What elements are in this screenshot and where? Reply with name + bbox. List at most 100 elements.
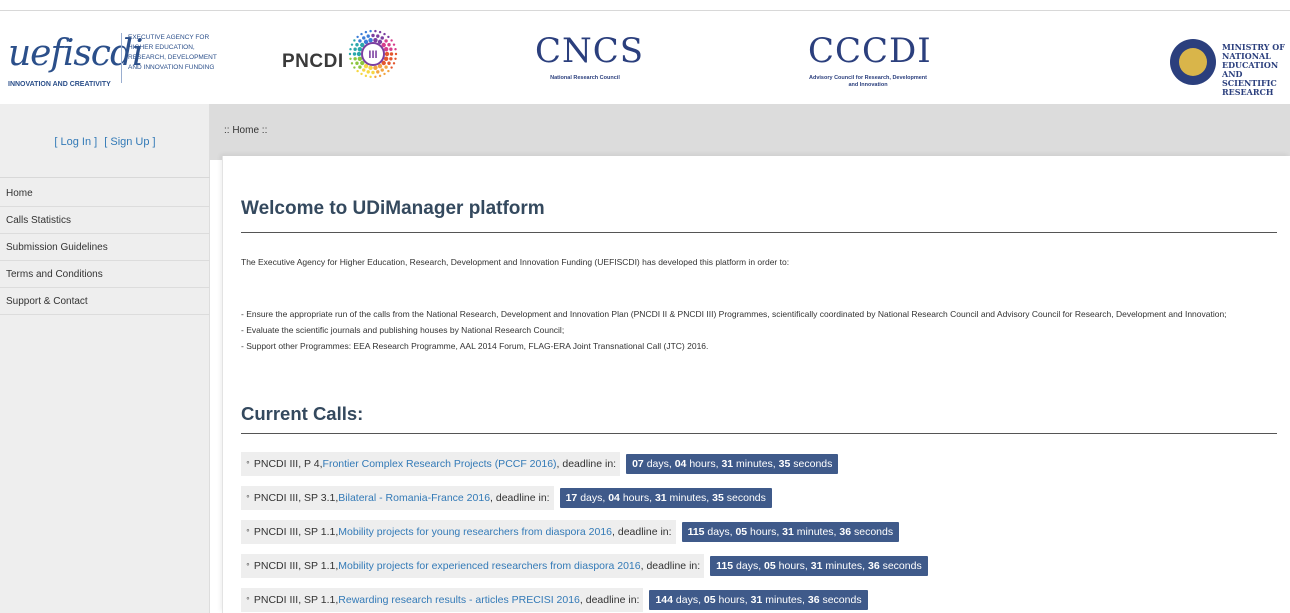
flower-dot — [356, 35, 359, 39]
uefiscdi-script-text: uefiscdi — [8, 33, 144, 74]
countdown-badge: 115 days, 05 hours, 31 minutes, 36 secon… — [710, 556, 928, 576]
sidebar-item-calls-statistics[interactable]: Calls Statistics — [0, 207, 210, 234]
cncs-logo[interactable]: CNCS National Research Council — [535, 31, 645, 93]
call-link[interactable]: Rewarding research results - articles PR… — [338, 588, 580, 612]
flower-dot — [374, 29, 377, 33]
flower-dot — [373, 38, 378, 43]
flower-dot — [374, 75, 377, 79]
main-content: Welcome to UDiManager platform The Execu… — [222, 156, 1290, 613]
calls-list: ⚬ PNCDI III, P 4, Frontier Complex Resea… — [241, 452, 1277, 613]
flower-dot — [353, 57, 357, 61]
uefiscdi-logo[interactable]: uefiscdi EXECUTIVE AGENCY FOR HIGHER EDU… — [8, 29, 223, 89]
pncdi-logo[interactable]: PNCDI III — [282, 27, 402, 97]
flower-dot — [362, 36, 366, 40]
cccdi-logo[interactable]: CCCDI Advisory Council for Research, Dev… — [808, 33, 931, 95]
flower-dot — [357, 47, 363, 52]
intro-text: The Executive Agency for Higher Educatio… — [241, 257, 790, 267]
breadcrumb: :: Home :: — [224, 125, 268, 136]
flower-dot — [376, 70, 380, 74]
flower-dot — [371, 70, 375, 75]
call-link[interactable]: Bilateral - Romania-France 2016 — [338, 486, 490, 510]
flower-dot — [383, 72, 386, 76]
flower-dot — [392, 62, 396, 65]
bullet-icon: ⚬ — [245, 562, 251, 569]
flower-dot — [358, 65, 362, 69]
call-programme: PNCDI III, P 4, — [253, 458, 323, 470]
flower-dot — [366, 34, 370, 38]
countdown-badge: 17 days, 04 hours, 31 minutes, 35 second… — [559, 488, 772, 508]
cncs-text: CNCS — [535, 31, 645, 71]
uefiscdi-separator — [121, 33, 122, 83]
flower-dot — [390, 39, 393, 42]
flower-dot — [383, 56, 389, 61]
flower-dot — [384, 51, 390, 57]
call-link[interactable]: Mobility projects for experienced resear… — [338, 554, 640, 578]
countdown-badge: 144 days, 05 hours, 31 minutes, 36 secon… — [649, 590, 868, 610]
cccdi-subtitle: Advisory Council for Research, Developme… — [809, 75, 927, 88]
call-label: ⚬ PNCDI III, SP 1.1, Rewarding research … — [241, 588, 644, 612]
flower-dot — [369, 75, 372, 79]
page-title: Welcome to UDiManager platform — [241, 198, 545, 219]
call-deadline-label: , deadline in: — [612, 526, 672, 538]
flower-dot — [368, 65, 373, 70]
call-row: ⚬ PNCDI III, P 4, Frontier Complex Resea… — [241, 452, 1277, 476]
flower-dot — [373, 65, 378, 70]
flower-dot — [349, 48, 352, 51]
call-row: ⚬ PNCDI III, SP 1.1, Mobility projects f… — [241, 520, 1277, 544]
cncs-subtitle: National Research Council — [550, 75, 620, 81]
flower-dot — [364, 30, 368, 34]
flower-dot — [389, 47, 393, 51]
sidebar-item-support-contact[interactable]: Support & Contact — [0, 288, 210, 315]
purpose-item: - Evaluate the scientific journals and p… — [241, 325, 565, 335]
bullet-icon: ⚬ — [245, 528, 251, 535]
flower-dot — [358, 39, 362, 43]
sidebar-item-submission-guidelines[interactable]: Submission Guidelines — [0, 234, 210, 261]
flower-dot — [392, 43, 396, 46]
flower-dot — [369, 29, 372, 33]
sidebar: [ Log In ] [ Sign Up ] Home Calls Statis… — [0, 104, 210, 613]
flower-dot — [371, 33, 375, 38]
flower-dot — [368, 38, 373, 43]
sidebar-item-terms-and-conditions[interactable]: Terms and Conditions — [0, 261, 210, 288]
flower-dot — [353, 47, 357, 51]
flower-dot — [360, 32, 363, 36]
flower-dot — [394, 52, 398, 56]
uefiscdi-tagline: INNOVATION AND CREATIVITY — [8, 81, 111, 88]
call-programme: PNCDI III, SP 1.1, — [253, 594, 339, 606]
flower-dot — [387, 43, 391, 47]
ministry-logo[interactable]: MINISTRY OF NATIONAL EDUCATION AND SCIEN… — [1170, 39, 1290, 97]
ministry-text: MINISTRY OF NATIONAL EDUCATION AND SCIEN… — [1222, 42, 1285, 97]
flower-dot — [389, 57, 393, 61]
header-logos: uefiscdi EXECUTIVE AGENCY FOR HIGHER EDU… — [0, 11, 1290, 104]
flower-dot — [384, 65, 388, 69]
flower-dot — [376, 34, 380, 38]
sidebar-item-home[interactable]: Home — [0, 180, 210, 207]
flower-dot — [390, 66, 393, 69]
flower-dot — [355, 43, 359, 47]
flower-dot — [378, 30, 382, 34]
flower-dot — [387, 61, 391, 65]
flower-dot — [389, 52, 394, 56]
bullet-icon: ⚬ — [245, 460, 251, 467]
flower-dot — [378, 74, 382, 78]
purpose-item: - Ensure the appropriate run of the call… — [241, 309, 1227, 319]
flower-dot — [380, 36, 384, 40]
flower-dot — [384, 39, 388, 43]
auth-links: [ Log In ] [ Sign Up ] — [0, 104, 210, 178]
calls-divider — [241, 433, 1277, 434]
breadcrumb-bar: :: Home :: — [210, 104, 1290, 160]
flower-dot — [353, 66, 356, 69]
flower-dot — [355, 61, 359, 65]
call-deadline-label: , deadline in: — [579, 594, 640, 606]
flower-dot — [387, 69, 390, 73]
call-programme: PNCDI III, SP 1.1, — [253, 560, 339, 572]
flower-dot — [350, 43, 354, 46]
flower-dot — [349, 57, 352, 60]
flower-dot — [394, 57, 397, 60]
flower-dot — [353, 39, 356, 42]
login-link[interactable]: [ Log In ] — [54, 136, 97, 148]
signup-link[interactable]: [ Sign Up ] — [104, 136, 155, 148]
call-link[interactable]: Mobility projects for young researchers … — [338, 520, 612, 544]
current-calls-heading: Current Calls: — [241, 403, 364, 424]
call-link[interactable]: Frontier Complex Research Projects (PCCF… — [323, 452, 557, 476]
